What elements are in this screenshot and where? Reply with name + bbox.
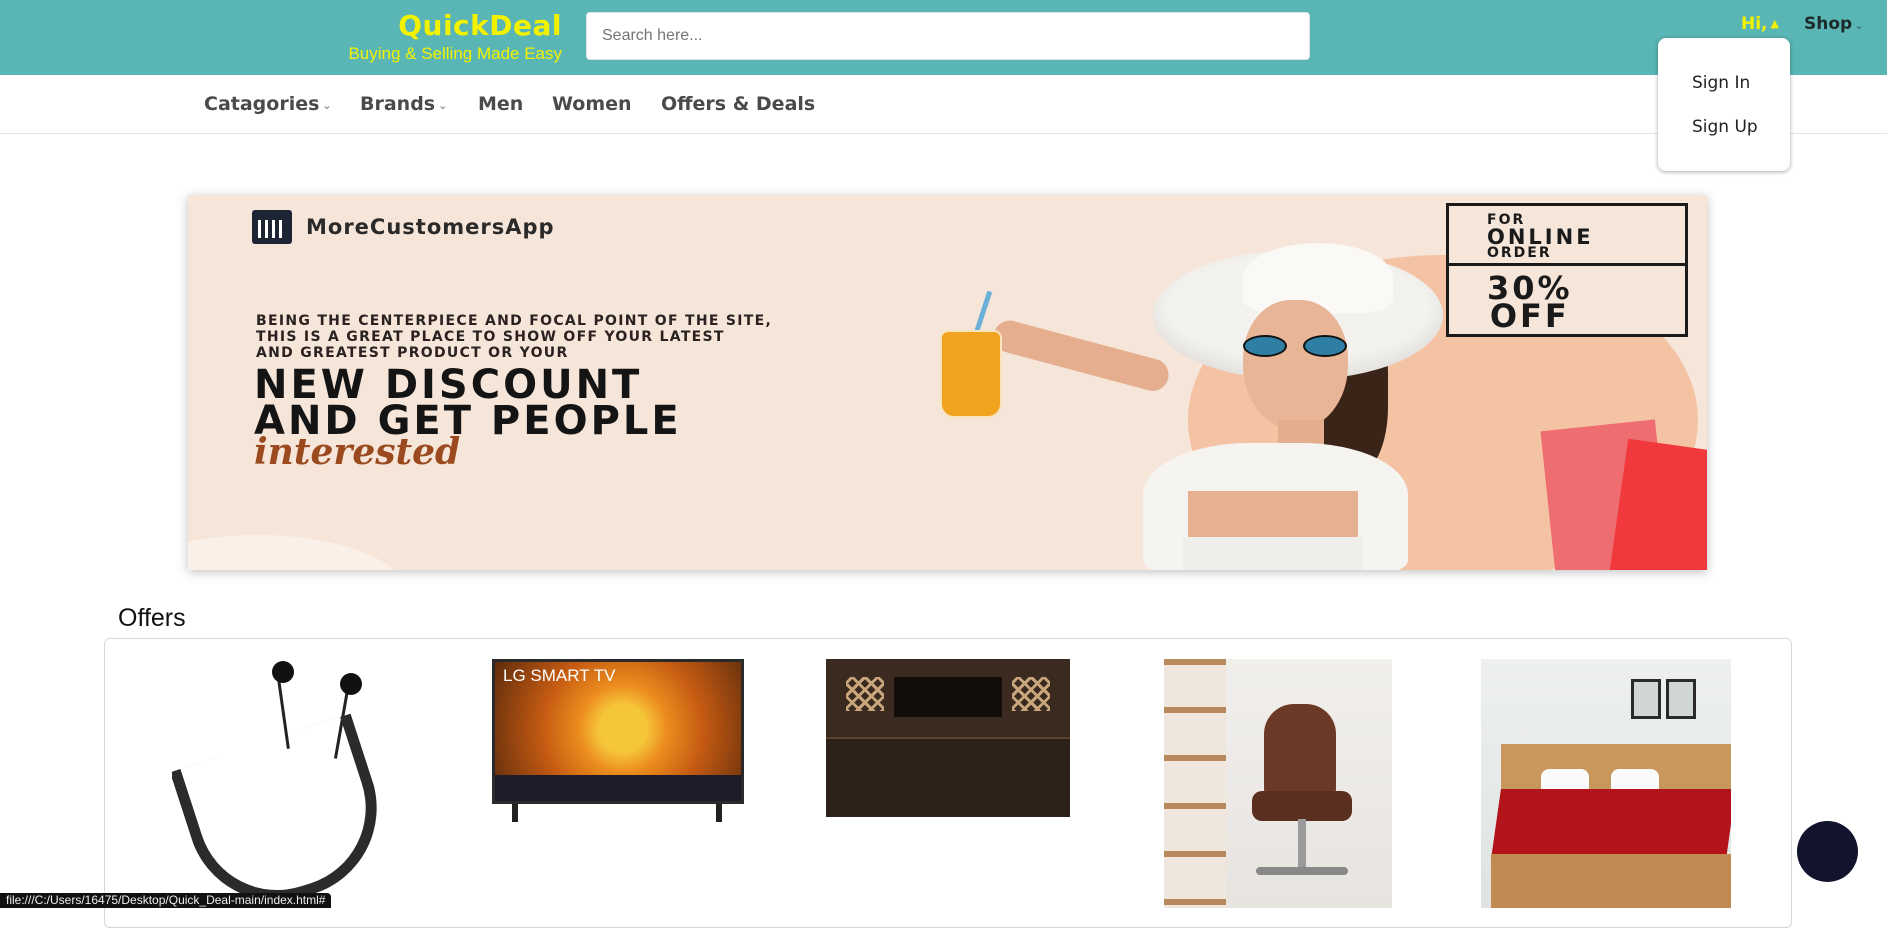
bed-lattice [1012, 677, 1050, 711]
bed-frame [1491, 854, 1731, 908]
model-skirt [1183, 537, 1363, 570]
product-card-earphones[interactable] [172, 659, 412, 899]
nav-label[interactable]: Brands [360, 93, 435, 115]
site-logo[interactable]: QuickDeal Buying & Selling Made Easy [348, 8, 562, 64]
nav-label[interactable]: Women [552, 93, 632, 115]
hero-banner[interactable]: MoreCustomersApp BEING THE CENTERPIECE A… [188, 195, 1707, 570]
nav-label[interactable]: Catagories [204, 93, 319, 115]
nav-item-men[interactable]: Men [478, 93, 523, 115]
shop-menu-toggle[interactable]: Shop ⌄ [1804, 14, 1863, 34]
nav-item-women[interactable]: Women [552, 93, 632, 115]
chevron-down-icon: ⌄ [322, 99, 332, 112]
nav-item-categories[interactable]: Catagories ⌄ [204, 93, 332, 115]
banner-decor-shape [188, 535, 408, 570]
promo-online: ONLINE [1487, 225, 1594, 249]
tv-app-bar [495, 775, 741, 801]
product-card-tv[interactable]: LG SMART TV [492, 659, 744, 824]
link-status-bar: file:///C:/Users/16475/Desktop/Quick_Dea… [0, 893, 332, 908]
drink-cup [940, 330, 1002, 418]
top-header: QuickDeal Buying & Selling Made Easy Hi,… [0, 0, 1887, 75]
earphones-neckband [172, 713, 401, 899]
promo-badge: FOR ONLINE ORDER 30% OFF [1446, 203, 1688, 337]
chevron-up-icon: ▲ [1770, 17, 1779, 30]
banner-brand: MoreCustomersApp [252, 210, 555, 244]
red-mattress [1491, 789, 1731, 859]
model-arm [989, 316, 1173, 395]
promo-off: OFF [1489, 297, 1570, 335]
model-face [1243, 300, 1348, 430]
product-card-chair[interactable] [1164, 659, 1392, 908]
wall-frame [1666, 679, 1696, 719]
tv-screen: LG SMART TV [492, 659, 744, 804]
category-nav: Catagories ⌄ Brands ⌄ Men Women Offers & D… [0, 75, 1887, 134]
brand-logo-icon [252, 210, 292, 244]
chair-base [1256, 867, 1348, 875]
tv-leg [512, 804, 518, 822]
model-waist [1188, 491, 1358, 543]
chevron-down-icon: ⌄ [1854, 19, 1864, 32]
sunglasses [1243, 335, 1353, 357]
product-card-mattress[interactable] [1481, 659, 1731, 908]
banner-brand-name: MoreCustomersApp [306, 215, 555, 239]
sign-up-link[interactable]: Sign Up [1692, 117, 1758, 137]
bed-shelf [894, 677, 1002, 717]
banner-intro-line: AND GREATEST PRODUCT OR YOUR [256, 345, 569, 361]
tv-screen-text: LG SMART TV [503, 666, 616, 685]
logo-title[interactable]: QuickDeal [348, 8, 562, 44]
logo-tagline: Buying & Selling Made Easy [348, 44, 562, 63]
chat-button[interactable] [1797, 821, 1858, 882]
promo-discount: 30% OFF [1487, 272, 1573, 335]
nav-label[interactable]: Offers & Deals [661, 93, 815, 115]
nav-item-brands[interactable]: Brands ⌄ [360, 93, 447, 115]
account-menu-toggle[interactable]: Hi, ▲ [1741, 14, 1779, 34]
promo-badge-top: FOR ONLINE ORDER [1449, 206, 1685, 266]
model-hat-crown [1243, 243, 1393, 313]
search-input[interactable] [586, 12, 1310, 60]
banner-intro-line: BEING THE CENTERPIECE AND FOCAL POINT OF… [256, 313, 773, 329]
nav-label[interactable]: Men [478, 93, 523, 115]
banner-script-text: interested [254, 431, 461, 473]
shop-label[interactable]: Shop [1804, 14, 1852, 34]
greeting-label[interactable]: Hi, [1741, 14, 1768, 34]
banner-intro-line: THIS IS A GREAT PLACE TO SHOW OFF YOUR L… [256, 329, 725, 345]
bookshelf [1164, 659, 1226, 908]
offers-heading: Offers [118, 604, 186, 632]
nav-item-offers-deals[interactable]: Offers & Deals [661, 93, 815, 115]
chair-seat [1252, 791, 1352, 821]
chair-pole [1298, 819, 1306, 871]
bed-base [826, 737, 1070, 817]
wall-frame [1631, 679, 1661, 719]
account-dropdown: Sign In Sign Up [1658, 38, 1790, 171]
chair-back [1264, 704, 1336, 799]
sign-in-link[interactable]: Sign In [1692, 73, 1750, 93]
bed-lattice [846, 677, 884, 711]
chevron-down-icon: ⌄ [438, 99, 448, 112]
tv-leg [716, 804, 722, 822]
product-card-bed[interactable] [826, 659, 1070, 824]
